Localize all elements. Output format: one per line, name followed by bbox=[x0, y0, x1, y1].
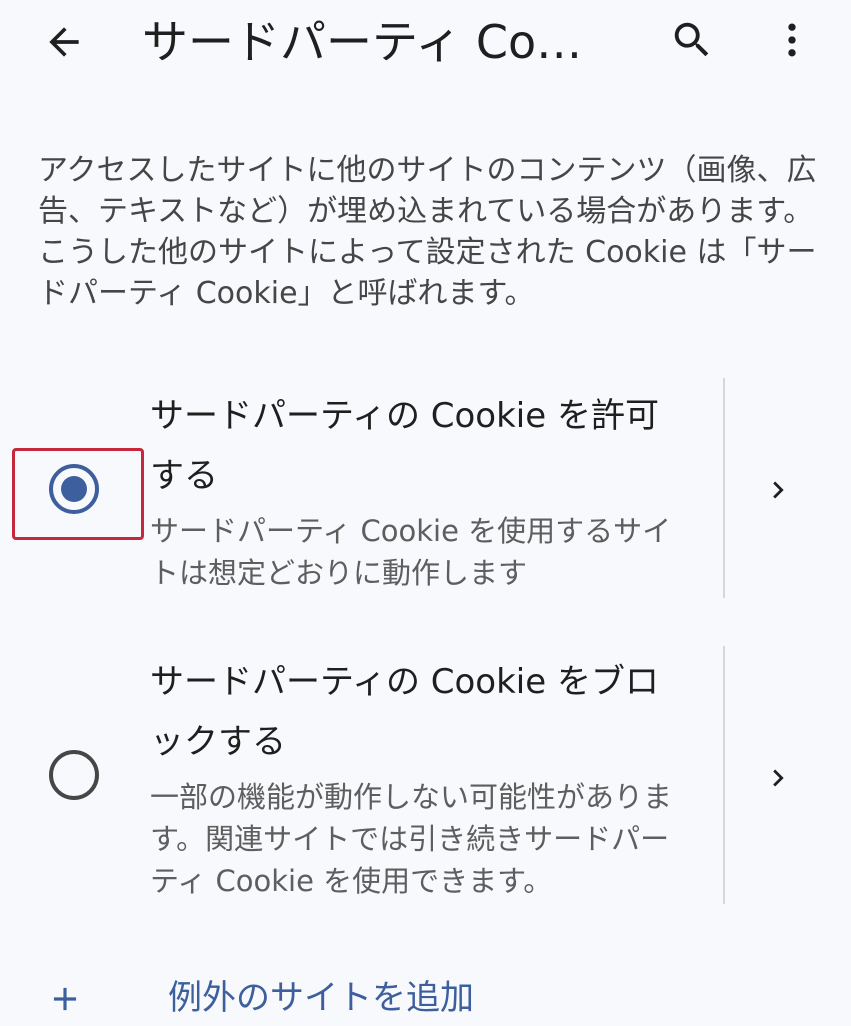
plus-icon bbox=[53, 987, 77, 1011]
option-subtitle: 一部の機能が動作しない可能性があります。関連サイトでは引き続きサードパーティ C… bbox=[150, 780, 673, 898]
option-details-button[interactable] bbox=[760, 760, 796, 796]
option-subtitle: サードパーティ Cookie を使用するサイトは想定どおりに動作します bbox=[150, 514, 672, 590]
back-button[interactable] bbox=[36, 14, 92, 70]
add-exception-row[interactable]: 例外のサイトを追加 bbox=[0, 966, 851, 1024]
divider bbox=[723, 378, 725, 598]
divider bbox=[723, 646, 725, 904]
option-details-button[interactable] bbox=[760, 472, 796, 508]
selection-highlight bbox=[12, 448, 144, 540]
option-text: サードパーティの Cookie を許可する サードパーティ Cookie を使用… bbox=[150, 386, 690, 594]
add-exception-label[interactable]: 例外のサイトを追加 bbox=[168, 970, 474, 1026]
option-text: サードパーティの Cookie をブロックする 一部の機能が動作しない可能性があ… bbox=[150, 652, 690, 902]
search-button[interactable] bbox=[664, 12, 720, 68]
radio-block[interactable] bbox=[49, 750, 99, 800]
option-title: サードパーティの Cookie をブロックする bbox=[150, 662, 659, 762]
option-title: サードパーティの Cookie を許可する bbox=[150, 396, 659, 496]
search-icon bbox=[674, 22, 709, 57]
chevron-right-icon bbox=[773, 481, 784, 499]
arrow-back-icon bbox=[49, 27, 79, 57]
option-block-third-party-cookies[interactable]: サードパーティの Cookie をブロックする 一部の機能が動作しない可能性があ… bbox=[0, 646, 851, 906]
description-text: アクセスしたサイトに他のサイトのコンテンツ（画像、広告、テキストなど）が埋め込ま… bbox=[38, 153, 817, 311]
app-bar: サードパーティ Co… bbox=[0, 0, 851, 84]
chevron-right-icon bbox=[773, 769, 784, 787]
more-options-button[interactable] bbox=[764, 12, 820, 68]
page-title: サードパーティ Co… bbox=[142, 15, 583, 69]
more-vert-icon bbox=[788, 23, 796, 57]
